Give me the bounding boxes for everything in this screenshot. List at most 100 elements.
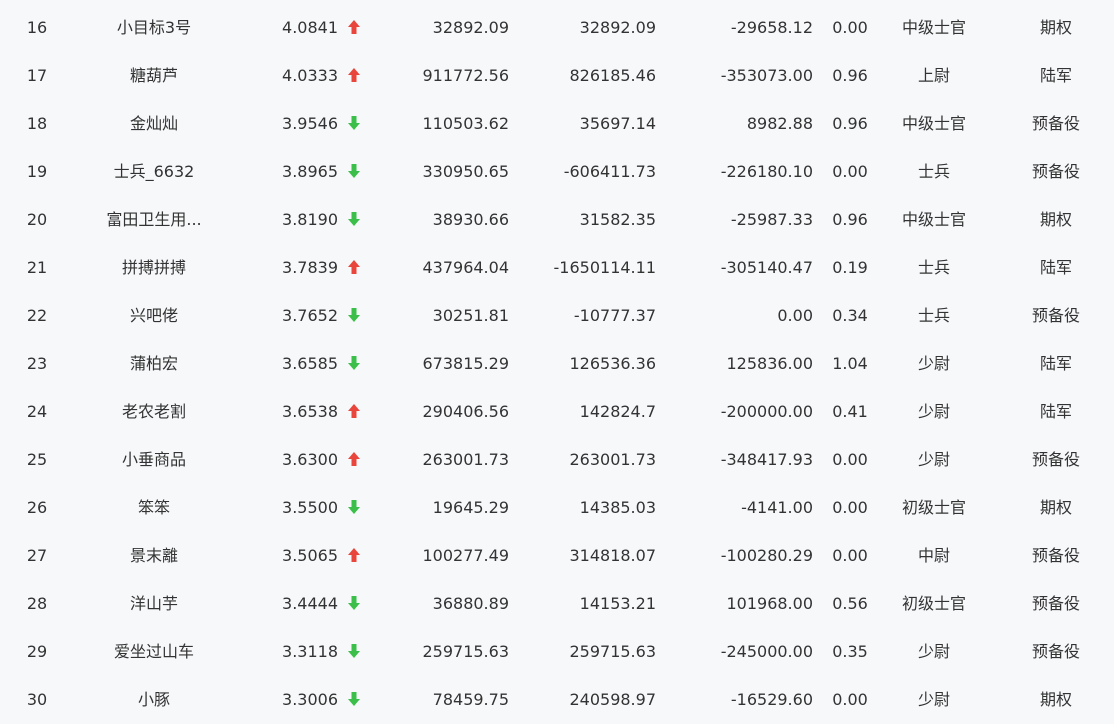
value1-cell: 911772.56	[422, 66, 509, 85]
table-row: 27 景末離 3.5065 100277.49 314818.07 -100280.29 0…	[0, 532, 1114, 580]
value2-cell: 14153.21	[579, 594, 656, 613]
rank-cell: 17	[26, 66, 48, 85]
value2-cell: 31582.35	[579, 210, 656, 229]
rank-cell: 21	[26, 258, 48, 277]
value1-cell: 110503.62	[422, 114, 509, 133]
score-cell: 4.0841	[282, 18, 338, 37]
value2-cell: 263001.73	[569, 450, 656, 469]
value3-cell: -305140.47	[720, 258, 813, 277]
score-cell: 3.4444	[282, 594, 338, 613]
value1-cell: 38930.66	[432, 210, 509, 229]
category-cell: 预备役	[1031, 162, 1080, 181]
rank-cell: 28	[26, 594, 48, 613]
category-cell: 陆军	[1039, 354, 1072, 373]
ratio-cell: 0.00	[832, 498, 868, 517]
score-cell: 3.8965	[282, 162, 338, 181]
rank-cell: 18	[26, 114, 48, 133]
value2-cell: 314818.07	[569, 546, 656, 565]
level-cell: 中级士官	[901, 114, 966, 133]
arrow-down-icon	[342, 100, 366, 148]
value2-cell: 35697.14	[579, 114, 656, 133]
value2-cell: 142824.7	[579, 402, 656, 421]
table-row: 17 糖葫芦 4.0333 911772.56 826185.46 -353073.00 0…	[0, 52, 1114, 100]
rank-cell: 29	[26, 642, 48, 661]
arrow-down-icon	[342, 340, 366, 388]
arrow-down-icon	[342, 580, 366, 628]
name-cell: 士兵_6632	[113, 162, 195, 181]
category-cell: 预备役	[1031, 642, 1080, 661]
rank-cell: 23	[26, 354, 48, 373]
level-cell: 士兵	[917, 306, 950, 325]
arrow-up-icon	[342, 532, 366, 580]
score-cell: 3.6585	[282, 354, 338, 373]
ratio-cell: 0.96	[832, 210, 868, 229]
score-cell: 4.0333	[282, 66, 338, 85]
level-cell: 初级士官	[901, 594, 966, 613]
value1-cell: 32892.09	[432, 18, 509, 37]
value2-cell: 14385.03	[579, 498, 656, 517]
category-cell: 期权	[1039, 18, 1072, 37]
name-cell: 富田卫生用...	[106, 210, 202, 229]
value3-cell: -4141.00	[741, 498, 813, 517]
ratio-cell: 0.00	[832, 18, 868, 37]
table-row: 23 蒲柏宏 3.6585 673815.29 126536.36 125836.00 1.…	[0, 340, 1114, 388]
ratio-cell: 0.00	[832, 162, 868, 181]
value1-cell: 263001.73	[422, 450, 509, 469]
category-cell: 预备役	[1031, 450, 1080, 469]
arrow-down-icon	[342, 148, 366, 196]
arrow-up-icon	[342, 4, 366, 52]
score-cell: 3.8190	[282, 210, 338, 229]
arrow-up-icon	[342, 52, 366, 100]
category-cell: 陆军	[1039, 66, 1072, 85]
score-cell: 3.5065	[282, 546, 338, 565]
rank-cell: 26	[26, 498, 48, 517]
value2-cell: 32892.09	[579, 18, 656, 37]
category-cell: 预备役	[1031, 114, 1080, 133]
arrow-down-icon	[342, 196, 366, 244]
name-cell: 笨笨	[137, 498, 170, 517]
value2-cell: -1650114.11	[553, 258, 656, 277]
ratio-cell: 0.96	[832, 66, 868, 85]
ratio-cell: 0.35	[832, 642, 868, 661]
arrow-up-icon	[342, 244, 366, 292]
level-cell: 中级士官	[901, 210, 966, 229]
level-cell: 少尉	[917, 354, 950, 373]
rank-cell: 16	[26, 18, 48, 37]
level-cell: 中级士官	[901, 18, 966, 37]
table-row: 26 笨笨 3.5500 19645.29 14385.03 -4141.00 0.00 初级…	[0, 484, 1114, 532]
ranking-table: 16 小目标3号 4.0841 32892.09 32892.09 -29658.12 0.…	[0, 4, 1114, 724]
value1-cell: 330950.65	[422, 162, 509, 181]
value2-cell: 259715.63	[569, 642, 656, 661]
value1-cell: 19645.29	[432, 498, 509, 517]
score-cell: 3.6538	[282, 402, 338, 421]
value1-cell: 290406.56	[422, 402, 509, 421]
table-row: 22 兴吧佬 3.7652 30251.81 -10777.37 0.00 0.34 士兵 预备…	[0, 292, 1114, 340]
value3-cell: 0.00	[777, 306, 813, 325]
value1-cell: 437964.04	[422, 258, 509, 277]
value2-cell: -10777.37	[573, 306, 656, 325]
name-cell: 老农老割	[121, 402, 186, 421]
value3-cell: 101968.00	[726, 594, 813, 613]
value2-cell: 126536.36	[569, 354, 656, 373]
value1-cell: 259715.63	[422, 642, 509, 661]
level-cell: 中尉	[917, 546, 950, 565]
value2-cell: 826185.46	[569, 66, 656, 85]
table-row: 29 爱坐过山车 3.3118 259715.63 259715.63 -245000.0…	[0, 628, 1114, 676]
category-cell: 期权	[1039, 210, 1072, 229]
name-cell: 小目标3号	[116, 18, 192, 37]
name-cell: 糖葫芦	[129, 66, 178, 85]
ratio-cell: 0.56	[832, 594, 868, 613]
arrow-up-icon	[342, 436, 366, 484]
table-row: 28 洋山芋 3.4444 36880.89 14153.21 101968.00 0.56…	[0, 580, 1114, 628]
name-cell: 爱坐过山车	[113, 642, 194, 661]
arrow-down-icon	[342, 292, 366, 340]
name-cell: 洋山芋	[129, 594, 178, 613]
value3-cell: -25987.33	[730, 210, 813, 229]
rank-cell: 27	[26, 546, 48, 565]
name-cell: 蒲柏宏	[129, 354, 178, 373]
level-cell: 少尉	[917, 642, 950, 661]
name-cell: 兴吧佬	[129, 306, 178, 325]
table-row: 24 老农老割 3.6538 290406.56 142824.7 -200000.00 0…	[0, 388, 1114, 436]
level-cell: 少尉	[917, 402, 950, 421]
ratio-cell: 0.00	[832, 450, 868, 469]
